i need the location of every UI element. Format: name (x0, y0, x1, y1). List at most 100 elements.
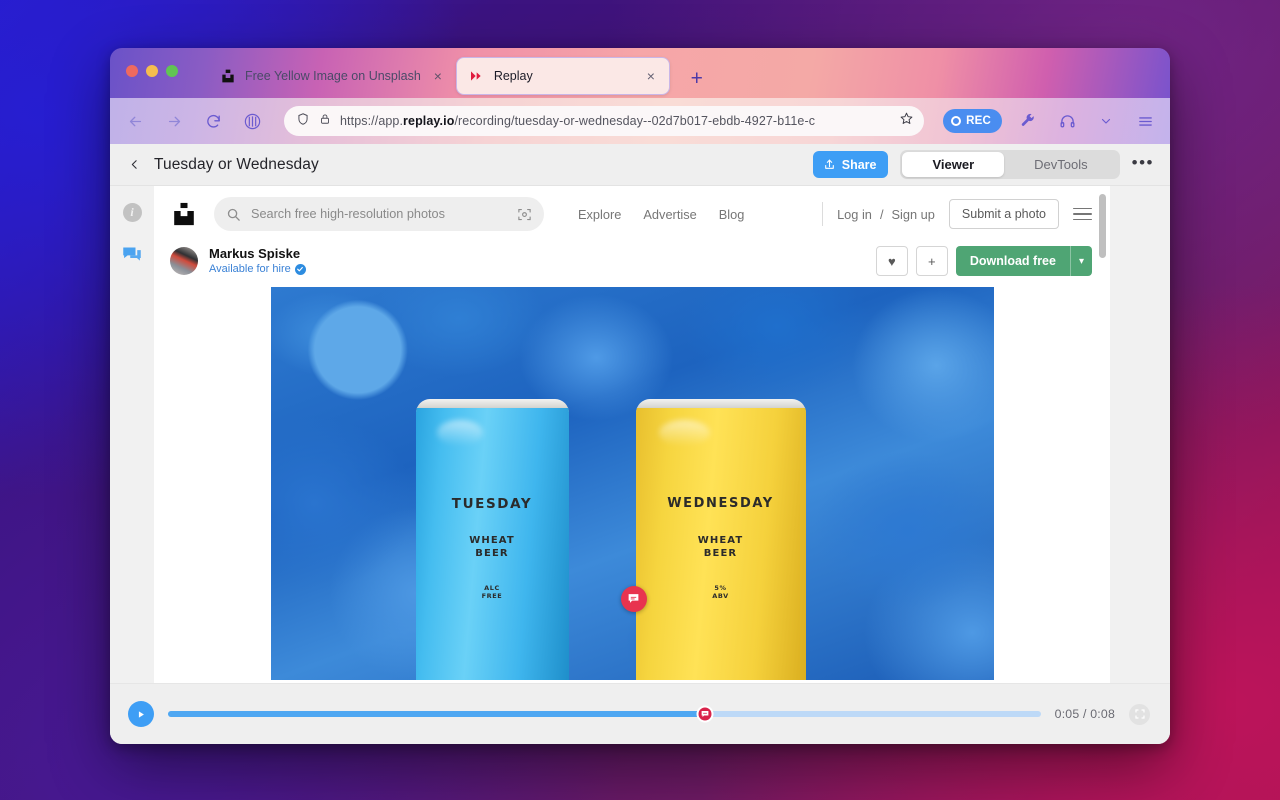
tab-replay[interactable]: Replay × (455, 57, 670, 95)
wrench-icon[interactable] (1015, 108, 1041, 134)
url-text: https://app.replay.io/recording/tuesday-… (340, 114, 816, 128)
author-status-label: Available for hire (209, 263, 291, 276)
close-window-button[interactable] (126, 65, 138, 77)
can-body: WEDNESDAY WHEAT BEER 5% ABV (635, 407, 806, 680)
hamburger-menu-icon[interactable] (1132, 108, 1158, 134)
timeline-comment-marker[interactable] (696, 705, 714, 723)
share-button-label: Share (841, 157, 877, 172)
unsplash-nav-links: Explore Advertise Blog (578, 207, 744, 222)
hamburger-menu-icon[interactable] (1073, 207, 1092, 221)
signup-link[interactable]: Sign up (892, 207, 935, 222)
headset-icon[interactable] (1054, 108, 1080, 134)
library-icon[interactable] (239, 108, 265, 134)
unsplash-header-right: Log in / Sign up Submit a photo (822, 199, 1092, 229)
verified-badge-icon (294, 263, 306, 275)
lock-icon[interactable] (319, 112, 331, 131)
can-abv: ALC FREE (481, 583, 503, 601)
download-options-button[interactable]: ▾ (1069, 246, 1092, 277)
reload-icon[interactable] (200, 108, 226, 134)
fullscreen-icon (1134, 709, 1145, 719)
comment-icon (701, 711, 709, 717)
login-link[interactable]: Log in (837, 207, 872, 222)
minimize-window-button[interactable] (146, 65, 158, 77)
beer-can-wednesday: WEDNESDAY WHEAT BEER 5% ABV (635, 398, 806, 680)
submit-photo-button[interactable]: Submit a photo (948, 199, 1059, 229)
replay-right-gutter (1110, 186, 1170, 683)
tab-title: Free Yellow Image on Unsplash (245, 69, 421, 83)
photo-image[interactable]: TUESDAY WHEAT BEER ALC FREE WEDNESDAY WH… (270, 286, 994, 680)
photo-actions: ♥ + Download free ▾ (875, 246, 1092, 277)
timeline-track[interactable] (168, 705, 1041, 723)
search-bar[interactable] (214, 197, 544, 231)
tab-viewer[interactable]: Viewer (902, 152, 1005, 177)
maximize-window-button[interactable] (166, 65, 178, 77)
divider (822, 202, 824, 226)
photo-container: TUESDAY WHEAT BEER ALC FREE WEDNESDAY WH… (154, 286, 1110, 680)
sidebar-item-comments[interactable] (118, 240, 146, 268)
replay-app: Tuesday or Wednesday Share Viewer DevToo… (110, 144, 1170, 744)
more-options-button[interactable]: ••• (1132, 154, 1154, 175)
replay-body: i Search free high-resolution photos Exp… (110, 186, 1170, 683)
tab-close-button[interactable]: × (430, 69, 446, 83)
back-arrow-icon[interactable] (122, 108, 148, 134)
star-icon[interactable] (899, 111, 914, 131)
replay-icon (470, 71, 481, 81)
browser-nav-bar: https://app.replay.io/recording/tuesday-… (110, 98, 1170, 144)
timeline-progress (168, 711, 705, 717)
timecode: 0:05 / 0:08 (1055, 707, 1115, 721)
can-title: TUESDAY (451, 495, 533, 512)
unsplash-logo[interactable] (170, 200, 198, 228)
chevron-down-icon[interactable] (1093, 108, 1119, 134)
replay-toolbar: Tuesday or Wednesday Share Viewer DevToo… (110, 144, 1170, 186)
back-button[interactable] (124, 156, 144, 173)
time-separator: / (1083, 707, 1087, 721)
can-subtitle: WHEAT BEER (469, 534, 515, 560)
can-title: WEDNESDAY (667, 495, 774, 511)
share-icon (824, 159, 834, 169)
shield-icon[interactable] (296, 112, 310, 131)
page-title: Tuesday or Wednesday (154, 155, 319, 173)
replay-toolbar-right: Share Viewer DevTools ••• (812, 150, 1154, 179)
url-bar[interactable]: https://app.replay.io/recording/tuesday-… (284, 106, 925, 136)
comments-icon (123, 247, 141, 261)
can-body: TUESDAY WHEAT BEER ALC FREE (415, 407, 569, 680)
record-button-label: REC (966, 115, 991, 127)
sidebar-item-info[interactable]: i (118, 198, 146, 226)
like-button[interactable]: ♥ (875, 246, 908, 277)
author-status: Available for hire (209, 262, 306, 276)
can-subtitle: WHEAT BEER (697, 534, 744, 560)
recording-viewport: Explore Advertise Blog Log in / Sign up … (154, 186, 1110, 683)
can-highlight (659, 419, 711, 446)
play-button[interactable] (128, 701, 154, 727)
author-name[interactable]: Markus Spiske (209, 246, 306, 262)
record-button[interactable]: REC (943, 109, 1002, 133)
playback-timeline: 0:05 / 0:08 (110, 683, 1170, 744)
nav-link-blog[interactable]: Blog (719, 207, 745, 222)
nav-link-explore[interactable]: Explore (578, 207, 621, 222)
search-icon (227, 208, 240, 221)
beer-can-tuesday: TUESDAY WHEAT BEER ALC FREE (415, 398, 569, 680)
can-highlight (436, 419, 483, 446)
download-button[interactable]: Download free (955, 246, 1070, 277)
fullscreen-button[interactable] (1129, 703, 1150, 725)
search-input[interactable] (251, 207, 507, 221)
tab-unsplash[interactable]: Free Yellow Image on Unsplash × (208, 57, 456, 95)
new-tab-button[interactable]: + (684, 65, 710, 91)
viewport-scrollbar[interactable] (1099, 194, 1106, 258)
auth-separator: / (879, 206, 884, 222)
info-icon: i (122, 202, 142, 222)
share-button[interactable]: Share (812, 151, 889, 178)
visual-search-icon[interactable] (517, 207, 532, 222)
avatar[interactable] (170, 247, 198, 276)
tab-devtools[interactable]: DevTools (1004, 152, 1117, 177)
tab-close-button[interactable]: × (643, 69, 659, 83)
tab-list: Free Yellow Image on Unsplash × Replay × (208, 48, 670, 98)
unsplash-header: Explore Advertise Blog Log in / Sign up … (154, 186, 1110, 242)
replay-sidebar: i (110, 186, 154, 683)
comment-pin-icon[interactable] (620, 585, 647, 612)
nav-link-advertise[interactable]: Advertise (643, 207, 696, 222)
forward-arrow-icon[interactable] (161, 108, 187, 134)
photo-author-bar: Markus Spiske Available for hire ♥ + Dow (154, 242, 1110, 287)
add-to-collection-button[interactable]: + (915, 246, 948, 277)
window-controls (126, 65, 178, 77)
